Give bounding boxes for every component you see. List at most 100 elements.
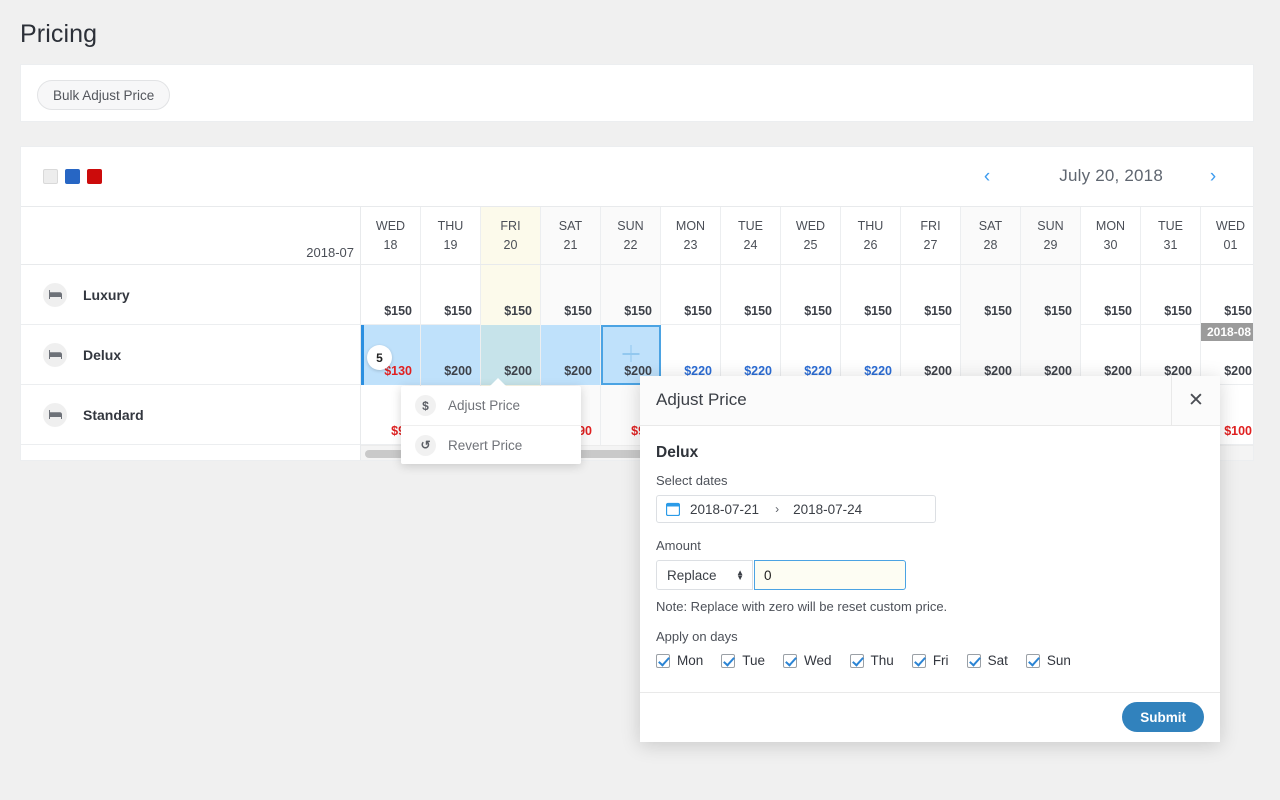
day-header-cell: THU 26 bbox=[841, 207, 901, 264]
checkbox-thu[interactable] bbox=[849, 653, 864, 668]
price-cell[interactable]: $150 bbox=[601, 265, 661, 325]
date-range-separator: › bbox=[775, 502, 780, 516]
apply-on-days-label: Apply on days bbox=[656, 629, 738, 644]
day-number: 26 bbox=[863, 237, 878, 252]
price-cell[interactable]: $150 bbox=[721, 265, 781, 325]
price-value: $150 bbox=[684, 304, 712, 318]
apply-day-item[interactable]: Wed bbox=[783, 653, 832, 668]
price-cell[interactable]: $150 bbox=[841, 265, 901, 325]
apply-day-item[interactable]: Mon bbox=[656, 653, 703, 668]
modal-body: Delux Select dates 2018-07-21 › 2018-07-… bbox=[640, 426, 1220, 691]
price-value: $200 bbox=[504, 364, 532, 378]
prev-period-button[interactable]: ‹ bbox=[975, 165, 999, 189]
checkbox-fri[interactable] bbox=[911, 653, 926, 668]
next-period-button[interactable]: › bbox=[1201, 165, 1225, 189]
day-number: 22 bbox=[623, 237, 638, 252]
revert-icon: ↺ bbox=[415, 434, 436, 456]
room-type-row[interactable]: Delux bbox=[21, 325, 360, 385]
legend bbox=[43, 169, 102, 184]
price-cell[interactable]: $150 bbox=[1021, 265, 1081, 325]
checkbox-tue[interactable] bbox=[721, 653, 736, 668]
room-type-row[interactable]: Luxury bbox=[21, 265, 360, 325]
day-header-row: WED 18 THU 19 FRI 20 SAT 21 SUN 22 MON 23 TUE 24 WED 25… bbox=[361, 207, 1253, 265]
checkbox-mon[interactable] bbox=[656, 653, 670, 668]
day-of-week: SUN bbox=[617, 218, 644, 233]
day-of-week: TUE bbox=[1158, 218, 1183, 233]
day-number: 30 bbox=[1103, 237, 1118, 252]
checkbox-sun[interactable] bbox=[1025, 653, 1040, 668]
day-header-cell: SUN 29 bbox=[1021, 207, 1081, 264]
price-value: $200 bbox=[564, 364, 592, 378]
close-icon[interactable]: ✕ bbox=[1171, 376, 1220, 425]
room-type-column: 2018-07 Luxury Delux Standard bbox=[21, 207, 361, 460]
day-label: Sun bbox=[1046, 653, 1071, 668]
context-menu-item-revert-price[interactable]: ↺ Revert Price bbox=[401, 425, 581, 464]
price-cell[interactable]: $200 bbox=[481, 325, 541, 385]
apply-day-item[interactable]: Thu bbox=[849, 653, 894, 668]
day-header-cell: SAT 21 bbox=[541, 207, 601, 264]
price-cell[interactable]: $130 5 bbox=[361, 325, 421, 385]
bed-icon bbox=[43, 402, 67, 427]
legend-swatch-blue[interactable] bbox=[65, 169, 80, 184]
legend-swatch-red[interactable] bbox=[87, 169, 102, 184]
room-type-label: Delux bbox=[83, 346, 122, 363]
checkbox-sat[interactable] bbox=[966, 653, 981, 668]
price-cell[interactable]: $150 2018-08 bbox=[1201, 265, 1253, 341]
page-title: Pricing bbox=[20, 20, 98, 48]
day-header-cell: THU 19 bbox=[421, 207, 481, 264]
day-of-week: MON bbox=[675, 218, 706, 233]
price-cell[interactable]: $150 bbox=[481, 265, 541, 325]
date-range-picker[interactable]: 2018-07-21 › 2018-07-24 bbox=[656, 495, 936, 523]
price-cell[interactable]: $200 bbox=[541, 325, 601, 385]
context-menu-item-adjust-price[interactable]: $ Adjust Price bbox=[401, 386, 581, 425]
date-to-value: 2018-07-24 bbox=[793, 501, 863, 517]
price-cell[interactable]: $200 bbox=[421, 325, 481, 385]
apply-day-item[interactable]: Sat bbox=[966, 653, 1008, 668]
day-number: 24 bbox=[743, 237, 758, 252]
day-number: 20 bbox=[503, 237, 518, 252]
day-header-cell: TUE 24 bbox=[721, 207, 781, 264]
apply-day-item[interactable]: Tue bbox=[721, 653, 765, 668]
day-header-cell: WED 01 bbox=[1201, 207, 1253, 264]
price-cell[interactable]: $150 bbox=[1141, 265, 1201, 325]
amount-label: Amount bbox=[656, 538, 701, 553]
price-cell[interactable]: $150 bbox=[661, 265, 721, 325]
price-cell[interactable]: $150 bbox=[541, 265, 601, 325]
price-value: $150 bbox=[444, 304, 472, 318]
price-cell[interactable]: $150 bbox=[1081, 265, 1141, 325]
bed-icon bbox=[43, 342, 67, 367]
day-of-week: WED bbox=[375, 218, 406, 233]
day-number: 25 bbox=[803, 237, 818, 252]
price-value: $150 bbox=[924, 304, 952, 318]
chevron-updown-icon: ▲ ▼ bbox=[736, 568, 744, 582]
day-label: Fri bbox=[932, 653, 949, 668]
day-header-cell: SAT 28 bbox=[961, 207, 1021, 264]
price-cell[interactable]: $150 bbox=[901, 265, 961, 325]
day-header-cell: FRI 27 bbox=[901, 207, 961, 264]
amount-mode-select[interactable]: Replace ▲ ▼ bbox=[656, 560, 753, 590]
day-of-week: SAT bbox=[978, 218, 1003, 233]
price-cell[interactable]: $150 bbox=[781, 265, 841, 325]
day-number: 01 bbox=[1223, 237, 1238, 252]
checkbox-wed[interactable] bbox=[783, 653, 798, 668]
day-number: 18 bbox=[383, 237, 398, 252]
price-cell[interactable]: $150 bbox=[361, 265, 421, 325]
apply-day-item[interactable]: Fri bbox=[911, 653, 949, 668]
room-type-row[interactable]: Standard bbox=[21, 385, 360, 445]
amount-row: Replace ▲ ▼ bbox=[656, 560, 1204, 590]
submit-button[interactable]: Submit bbox=[1122, 702, 1204, 732]
legend-swatch-default[interactable] bbox=[43, 169, 58, 184]
day-number: 23 bbox=[683, 237, 698, 252]
bulk-adjust-price-button[interactable]: Bulk Adjust Price bbox=[37, 80, 171, 110]
price-cell[interactable]: $150 bbox=[961, 265, 1021, 325]
price-value: $150 bbox=[1224, 304, 1252, 318]
day-label: Tue bbox=[742, 653, 766, 668]
day-of-week: SUN bbox=[1037, 218, 1064, 233]
day-of-week: WED bbox=[1215, 218, 1246, 233]
day-label: Sat bbox=[987, 653, 1008, 668]
amount-input[interactable] bbox=[754, 560, 906, 590]
price-value: $100 bbox=[1224, 424, 1252, 438]
apply-day-item[interactable]: Sun bbox=[1025, 653, 1071, 668]
price-cell[interactable]: $150 bbox=[421, 265, 481, 325]
day-number: 28 bbox=[983, 237, 998, 252]
